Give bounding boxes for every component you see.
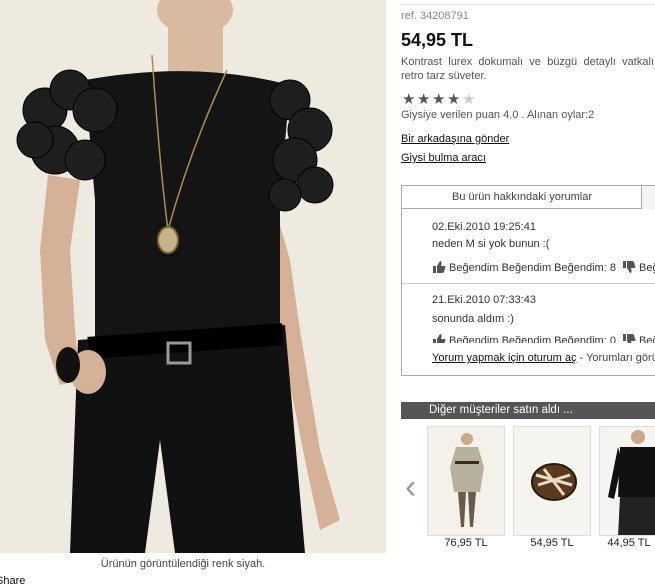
view-reviews-text: - Yorumları görü xyxy=(576,352,655,364)
product-description: Kontrast lurex dokumalı ve büzgü detaylı… xyxy=(401,56,655,82)
review-divider xyxy=(402,283,655,284)
related-product-price: 54,95 TL xyxy=(530,537,574,549)
review-text: sonunda aldım :) xyxy=(432,313,514,325)
like-button[interactable]: Beğendim Beğendim Beğendim: 0 xyxy=(432,334,616,343)
dress-thumbnail xyxy=(428,427,504,535)
dislike-label: Beğ xyxy=(639,262,655,274)
image-caption: Ürünün görüntülendiği renk siyah. xyxy=(100,558,266,570)
dislike-button[interactable]: Beğ xyxy=(622,261,655,274)
send-to-friend-link[interactable]: Bir arkadaşına gönder xyxy=(401,133,509,145)
related-product-price: 44,95 TL xyxy=(607,537,651,549)
star-icon[interactable]: ★ xyxy=(432,92,445,107)
thumbs-up-icon xyxy=(432,261,446,273)
like-label: Beğendim Beğendim Beğendim: 0 xyxy=(449,335,616,343)
related-product-top[interactable] xyxy=(599,426,655,536)
share-link[interactable]: Share xyxy=(0,575,25,587)
others-bought-header: Diğer müşteriler satın aldı ... xyxy=(401,402,655,419)
product-ref: ref. 34208791 xyxy=(401,10,469,22)
garment-finder-link[interactable]: Giysi bulma aracı xyxy=(401,152,486,164)
bag-thumbnail xyxy=(514,427,590,535)
top-divider xyxy=(400,4,655,5)
model-illustration xyxy=(0,0,386,553)
login-to-comment-link[interactable]: Yorum yapmak için oturum aç xyxy=(432,352,577,364)
carousel-prev-arrow-icon[interactable]: ‹ xyxy=(405,470,416,504)
review-date: 21.Eki.2010 07:33:43 xyxy=(432,294,536,306)
top-thumbnail xyxy=(600,427,655,535)
star-icon[interactable]: ★ xyxy=(462,92,475,107)
tab-reviews[interactable]: Bu ürün hakkındaki yorumlar xyxy=(402,186,642,209)
reviews-panel: Bu ürün hakkındaki yorumlar 02.Eki.2010 … xyxy=(401,185,655,376)
tab-secondary[interactable] xyxy=(641,186,655,209)
rating-stars[interactable]: ★ ★ ★ ★ ★ xyxy=(402,92,475,107)
star-icon[interactable]: ★ xyxy=(402,92,415,107)
rating-summary: Giysiye verilen puan 4.0 . Alınan oylar:… xyxy=(401,109,595,121)
review-login-line: Yorum yapmak için oturum aç - Yorumları … xyxy=(432,352,655,364)
star-icon[interactable]: ★ xyxy=(417,92,430,107)
product-price: 54,95 TL xyxy=(401,30,474,50)
star-icon[interactable]: ★ xyxy=(447,92,460,107)
dislike-button[interactable]: Beğ xyxy=(622,334,655,343)
like-label: Beğendim Beğendim Beğendim: 8 xyxy=(449,262,616,274)
like-button[interactable]: Beğendim Beğendim Beğendim: 8 xyxy=(432,261,616,274)
review-date: 02.Eki.2010 19:25:41 xyxy=(432,221,536,233)
related-product-dress[interactable] xyxy=(427,426,505,536)
related-product-bag[interactable] xyxy=(513,426,591,536)
thumbs-up-icon xyxy=(432,334,446,343)
related-product-price: 76,95 TL xyxy=(444,537,488,549)
product-main-image[interactable] xyxy=(0,0,386,553)
thumbs-down-icon xyxy=(622,334,636,343)
dislike-label: Beğ xyxy=(639,335,655,343)
thumbs-down-icon xyxy=(622,261,636,273)
review-text: neden M si yok bunun :( xyxy=(432,238,550,250)
